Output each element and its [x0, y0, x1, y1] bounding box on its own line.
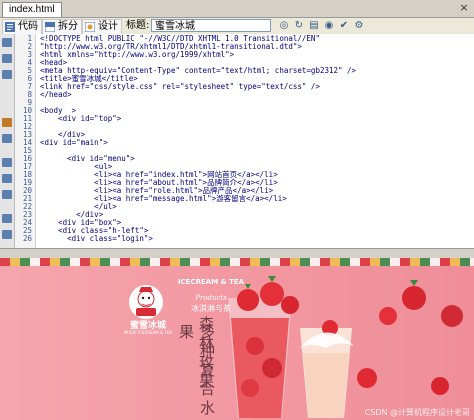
settings-icon[interactable]: ⚙	[353, 20, 365, 32]
products-label: Products	[195, 294, 227, 302]
coding-toolbar	[0, 34, 15, 248]
collapse-icon[interactable]	[2, 38, 12, 47]
select-icon[interactable]	[2, 70, 12, 79]
title-input[interactable]: 蜜雪冰城	[151, 19, 271, 32]
split-view-icon	[45, 22, 55, 32]
split-view-button[interactable]: 拆分	[42, 19, 82, 35]
icecream-tea-cn: 冰淇淋与茶	[191, 304, 231, 313]
mixue-logo	[129, 285, 163, 319]
preview-icon[interactable]: ▤	[308, 20, 320, 32]
code-line[interactable]: <link href="css/style.css" rel="styleshe…	[40, 83, 320, 91]
split-view-label: 拆分	[58, 21, 78, 32]
code-line[interactable]: <div class="login">	[40, 235, 153, 243]
outdent-icon[interactable]	[2, 174, 12, 183]
code-line[interactable]: </head>	[40, 91, 72, 99]
tab-index-html[interactable]: index.html	[2, 2, 62, 17]
format-icon[interactable]	[2, 190, 12, 199]
design-view-label: 设计	[98, 21, 118, 32]
line-numbers: 1 2 3 4 5 6 7 8 9 10 11 12 13 14 15 16 1…	[15, 34, 36, 248]
code-line[interactable]: <html xmlns="http://www.w3.org/1999/xhtm…	[40, 51, 234, 59]
close-icon[interactable]: ×	[458, 2, 470, 14]
code-view-button[interactable]: 代码	[2, 19, 42, 35]
document-toolbar: 代码 拆分 设计 标题: 蜜雪冰城 ◎ ↻ ▤ ◉ ✔ ⚙	[0, 18, 474, 35]
design-view-preview[interactable]: 蜜雪冰城 MIXUE ICECREAM & TEA ICECREAM & TEA…	[0, 258, 474, 420]
document-tab-bar: index.html ×	[0, 0, 474, 18]
indent-icon[interactable]	[2, 158, 12, 167]
globe-icon[interactable]: ◎	[278, 20, 290, 32]
code-editor[interactable]: <!DOCTYPE html PUBLIC "-//W3C//DTD XHTML…	[36, 34, 474, 248]
code-view-label: 代码	[18, 21, 38, 32]
code-line[interactable]: <div id="main">	[40, 139, 108, 147]
refresh-icon[interactable]: ↻	[293, 20, 305, 32]
code-view-icon	[5, 22, 15, 32]
tag-icon[interactable]	[2, 230, 12, 239]
check-icon[interactable]: ✔	[338, 20, 350, 32]
design-view-button[interactable]: 设计	[82, 19, 122, 35]
wrap-icon[interactable]	[2, 214, 12, 223]
bookmark-icon[interactable]	[2, 118, 12, 127]
expand-icon[interactable]	[2, 54, 12, 63]
line-number: 26	[22, 234, 32, 243]
design-view-icon	[85, 22, 95, 32]
code-line[interactable]: <div id="top">	[40, 115, 121, 123]
logo-subtitle: MIXUE ICECREAM & TEA	[123, 330, 173, 335]
comment-icon[interactable]	[2, 134, 12, 143]
vertical-slogan-right: 森林玫果	[197, 316, 215, 392]
title-label: 标题:	[126, 20, 150, 31]
icecream-tea-heading: ICECREAM & TEA	[177, 278, 245, 286]
eye-icon[interactable]: ◉	[323, 20, 335, 32]
csdn-watermark: CSDN @计算机程序设计老哥	[364, 408, 470, 417]
